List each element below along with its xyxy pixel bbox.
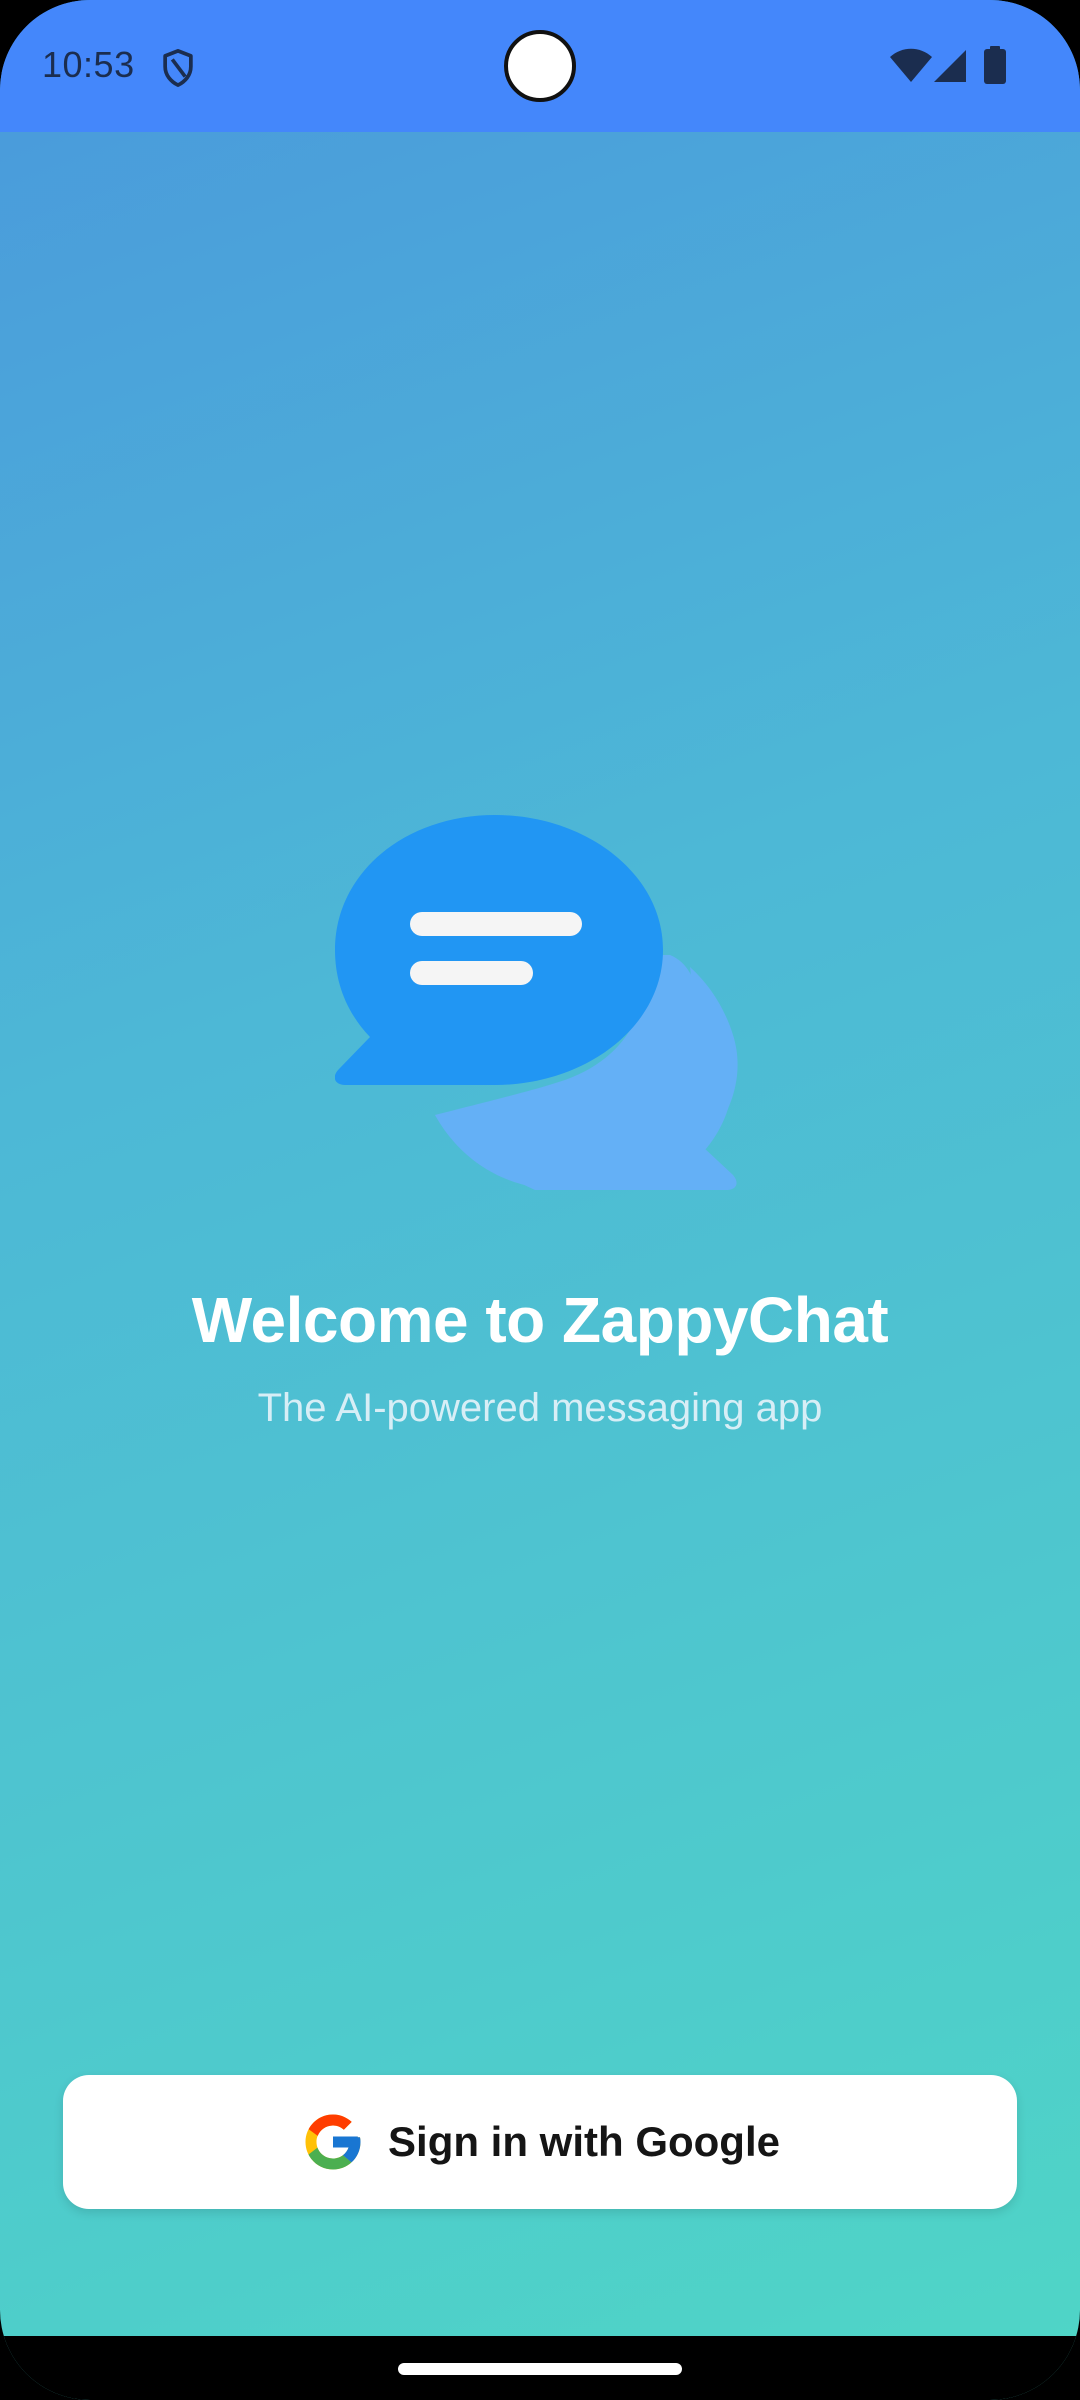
welcome-title: Welcome to ZappyChat [191, 1284, 889, 1356]
camera-cutout [504, 30, 576, 102]
welcome-subtitle: The AI-powered messaging app [257, 1386, 823, 1430]
shield-icon [163, 49, 193, 87]
google-g-icon [305, 2114, 361, 2170]
welcome-screen: 10:53 Welcome to ZappyChat The AI-powere… [0, 0, 1080, 2400]
sign-in-with-google-button[interactable]: Sign in with Google [63, 2075, 1017, 2209]
wifi-icon [890, 48, 932, 82]
status-bar: 10:53 [0, 0, 1080, 132]
sign-in-label: Sign in with Google [388, 2118, 780, 2165]
chat-bubbles-icon [335, 815, 738, 1190]
battery-icon [984, 46, 1006, 84]
home-indicator[interactable] [398, 2363, 682, 2375]
signal-icon [934, 50, 966, 82]
status-time: 10:53 [42, 44, 135, 85]
